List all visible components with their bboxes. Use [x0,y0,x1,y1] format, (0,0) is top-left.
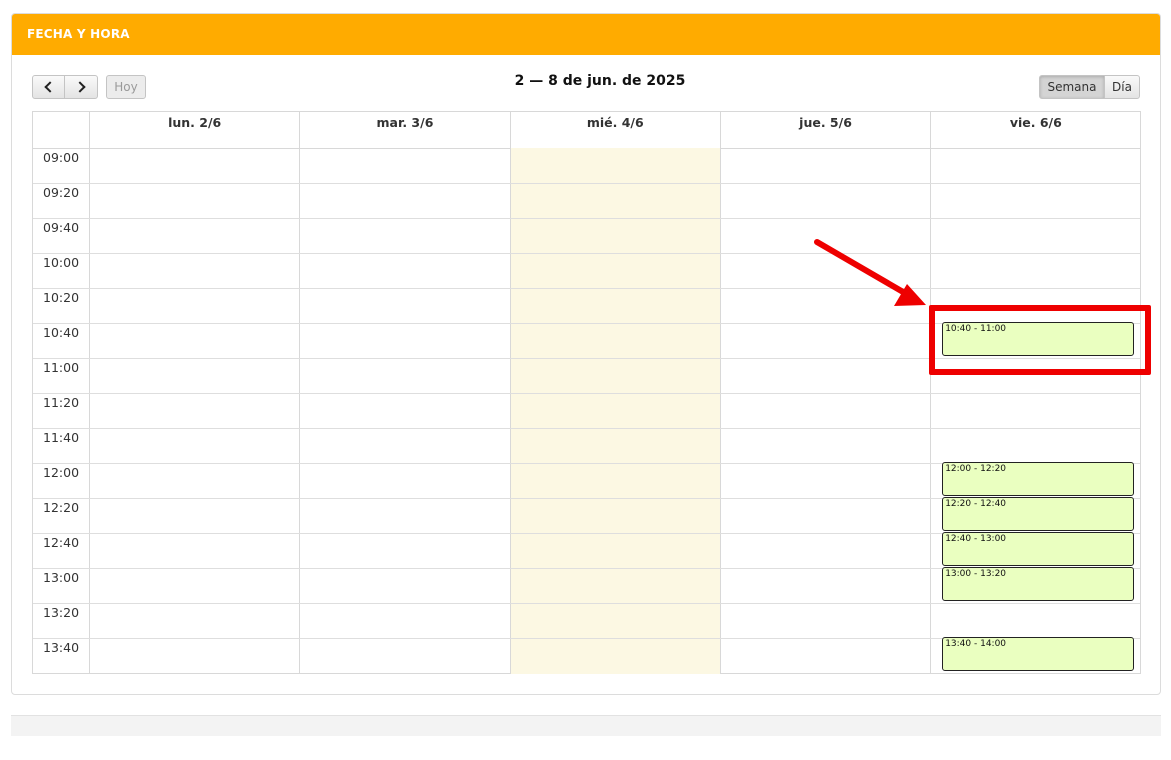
annotation-arrow-icon [814,239,926,306]
footer-bar [11,715,1161,736]
